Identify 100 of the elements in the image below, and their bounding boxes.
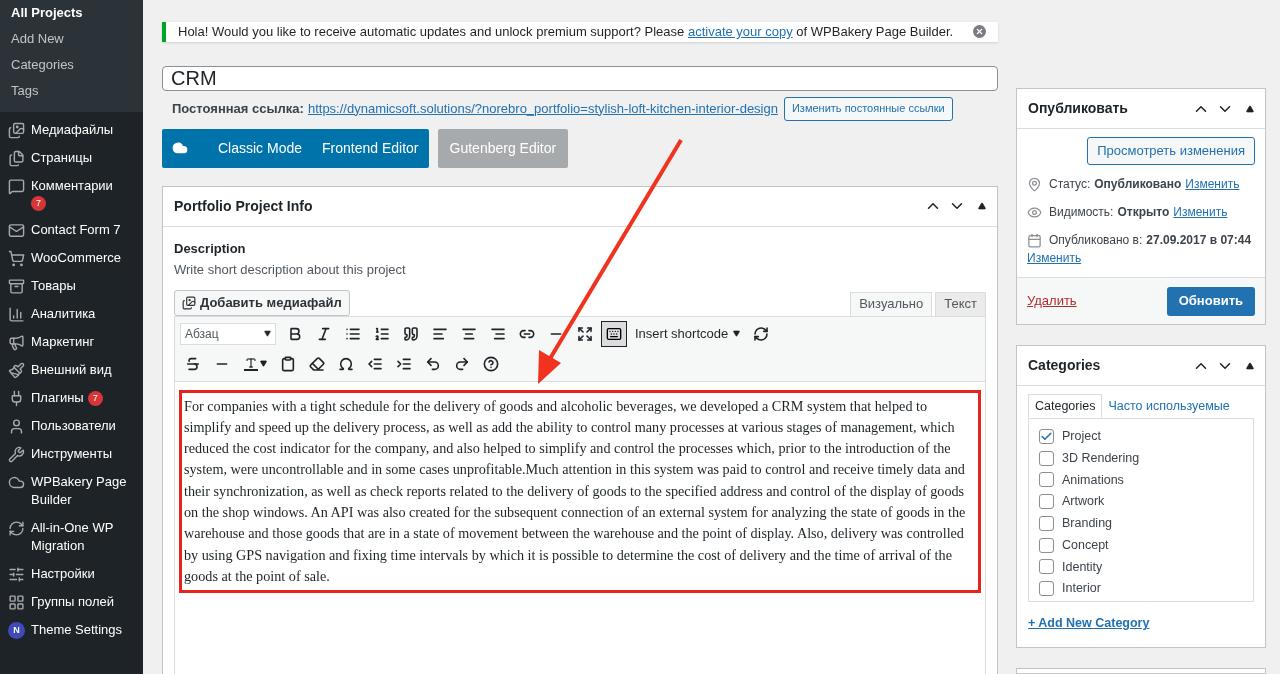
menu-item[interactable]: Группы полей	[31, 593, 114, 611]
menu-item[interactable]: Комментарии	[31, 177, 113, 195]
media-icon	[182, 295, 196, 310]
box-icon	[8, 278, 25, 295]
edit-link[interactable]: Изменить	[1173, 203, 1228, 221]
checkbox[interactable]	[1039, 559, 1054, 575]
menu-item[interactable]: Theme Settings	[31, 621, 123, 639]
edit-link[interactable]: Изменить	[1185, 175, 1240, 193]
menu-item[interactable]: Настройки	[31, 565, 95, 583]
box-title: Portfolio Project Info	[174, 196, 313, 216]
sliders-icon	[8, 566, 25, 583]
eye-icon	[1027, 204, 1042, 220]
status-value: Опубликовано	[1094, 176, 1182, 193]
keyboard-icon[interactable]	[601, 320, 627, 347]
preview-button[interactable]: Просмотреть изменения	[1087, 137, 1255, 165]
theme-logo-icon: N	[8, 622, 25, 639]
category-label: Project	[1062, 428, 1101, 445]
bar-chart-icon	[8, 306, 25, 323]
status-label: Статус:	[1049, 176, 1091, 193]
status-value: 27.09.2017 в 07:44	[1146, 232, 1252, 249]
category-label: 3D Rendering	[1062, 449, 1140, 467]
box-title: Опубликовать	[1028, 99, 1128, 118]
calendar-icon	[1027, 232, 1042, 248]
edit-link[interactable]: Изменить	[1027, 249, 1082, 267]
pin-icon	[1027, 176, 1042, 192]
close-icon[interactable]	[973, 25, 986, 39]
cloud-icon	[172, 140, 188, 156]
title-field[interactable]: CRM	[162, 65, 998, 91]
category-label: Branding	[1062, 515, 1113, 532]
permalink-url[interactable]: https://dynamicsoft.solutions/?norebro_portfolio=stylish-loft-kitchen-interior-design	[307, 98, 778, 119]
menu-item[interactable]: Плагины	[31, 389, 84, 407]
description-text: For companies with a tight schedule for the delivery of goods and alcoholic beverages, we developed a CRM system that helped to simplify and speed up the delivery process, as well as add the ability to control many processes at various stages of management, which reduced the cost indicator for the company, and also helped to simplify and control the processes which, prior to the introduction of the system, were uncontrollable and in some cases unprofitable.Much attention in this system was paid to control and receive timely data and their synchronization, as well as check reports related to the delivery of goods to the specified address and control of the display of goods on the shop windows. An API was also created for the subsequent connection of an external system for analyzing the state of goods in the warehouse and those goods that are in a state of movement between the warehouse and the point of display. Also, delivery was controlled by using GPS navigation and fixing time intervals by which it is possible to determine the cost of delivery and the time of arrival of the goods at the point of sale.	[179, 389, 981, 594]
menu-item[interactable]: Медиафайлы	[31, 121, 114, 139]
add-category-link[interactable]: + Add New Category	[1028, 614, 1254, 633]
submenu-item[interactable]: Add New	[0, 26, 143, 52]
category-label: Artwork	[1062, 493, 1105, 511]
grid-icon	[8, 594, 25, 611]
category-tab[interactable]: Categories	[1028, 394, 1103, 418]
submenu-item[interactable]: Categories	[0, 52, 143, 78]
menu-item[interactable]: All-in-One WP Migration	[31, 519, 135, 555]
menu-item[interactable]: WooCommerce	[31, 249, 122, 267]
media-icon	[8, 122, 25, 139]
count-badge: 7	[31, 196, 46, 211]
menu-item[interactable]: Contact Form 7	[31, 221, 121, 239]
checkbox[interactable]	[1039, 515, 1054, 531]
dropdown-arrow-icon	[733, 330, 741, 337]
category-label: Interior	[1062, 580, 1101, 598]
collapse-icon[interactable]	[1246, 104, 1254, 113]
megaphone-icon	[8, 334, 25, 351]
circular-arrows-icon	[8, 520, 25, 537]
box-title: Categories	[1028, 356, 1101, 375]
person-icon	[8, 418, 25, 435]
menu-item[interactable]: Внешний вид	[31, 361, 112, 379]
status-value: Открыто	[1117, 204, 1170, 221]
mode-button[interactable]: Classic Mode	[208, 128, 313, 168]
category-label: Animations	[1062, 471, 1124, 489]
menu-item[interactable]: Аналитика	[31, 305, 96, 323]
brush-icon	[8, 362, 25, 379]
add-media-button[interactable]: Добавить медиафайл	[174, 289, 350, 316]
permalink-label: Постоянная ссылка:	[172, 99, 304, 118]
status-label: Видимость:	[1049, 204, 1114, 221]
field-hint: Write short description about this project	[174, 261, 407, 279]
update-button[interactable]: Обновить	[1166, 286, 1255, 316]
category-tab[interactable]: Часто используемые	[1102, 394, 1236, 418]
delete-link[interactable]: Удалить	[1027, 291, 1077, 311]
checkbox[interactable]	[1039, 472, 1054, 488]
mode-button[interactable]: Frontend Editor	[312, 128, 429, 168]
menu-item[interactable]: WPBakery Page Builder	[31, 473, 135, 509]
cloud-icon	[8, 474, 25, 491]
checkbox[interactable]	[1039, 450, 1054, 466]
count-badge: 7	[87, 391, 103, 406]
menu-item[interactable]: Страницы	[31, 149, 93, 167]
editor-tab[interactable]: Визуально	[850, 291, 933, 316]
pages-icon	[8, 150, 25, 167]
submenu-item[interactable]: Tags	[0, 78, 143, 104]
format-select[interactable]: Абзац	[180, 322, 276, 345]
notice-text: Hola! Would you like to receive automatic updates and unlock premium support? Please activate your copy of WPBakery Page Builder.	[178, 23, 954, 41]
editor-tab[interactable]: Текст	[935, 291, 986, 316]
status-label: Опубликовано в:	[1049, 232, 1143, 249]
collapse-icon[interactable]	[978, 202, 986, 210]
wrench-icon	[8, 446, 25, 463]
menu-item[interactable]: Маркетинг	[31, 333, 95, 351]
checkbox[interactable]	[1039, 428, 1054, 444]
shortcode-menu[interactable]: Insert shortcode	[630, 323, 746, 344]
menu-item[interactable]: Пользователи	[31, 417, 116, 435]
checkbox[interactable]	[1039, 581, 1054, 597]
menu-item[interactable]: Товары	[31, 277, 76, 295]
checkbox[interactable]	[1039, 537, 1054, 553]
activate-link[interactable]: activate your copy	[687, 24, 793, 39]
speech-bubble-icon	[8, 178, 25, 195]
collapse-icon[interactable]	[1246, 361, 1254, 370]
menu-item[interactable]: Инструменты	[31, 445, 113, 463]
category-label: Identity	[1062, 558, 1103, 576]
category-label: Concept	[1062, 536, 1109, 554]
envelope-icon	[8, 222, 25, 239]
dropdown-arrow-icon	[264, 330, 271, 337]
checkbox[interactable]	[1039, 494, 1054, 510]
cart-icon	[8, 250, 25, 267]
submenu-item[interactable]: All Projects	[0, 0, 143, 26]
edit-permalink-button[interactable]: Изменить постоянные ссылки	[783, 96, 953, 121]
